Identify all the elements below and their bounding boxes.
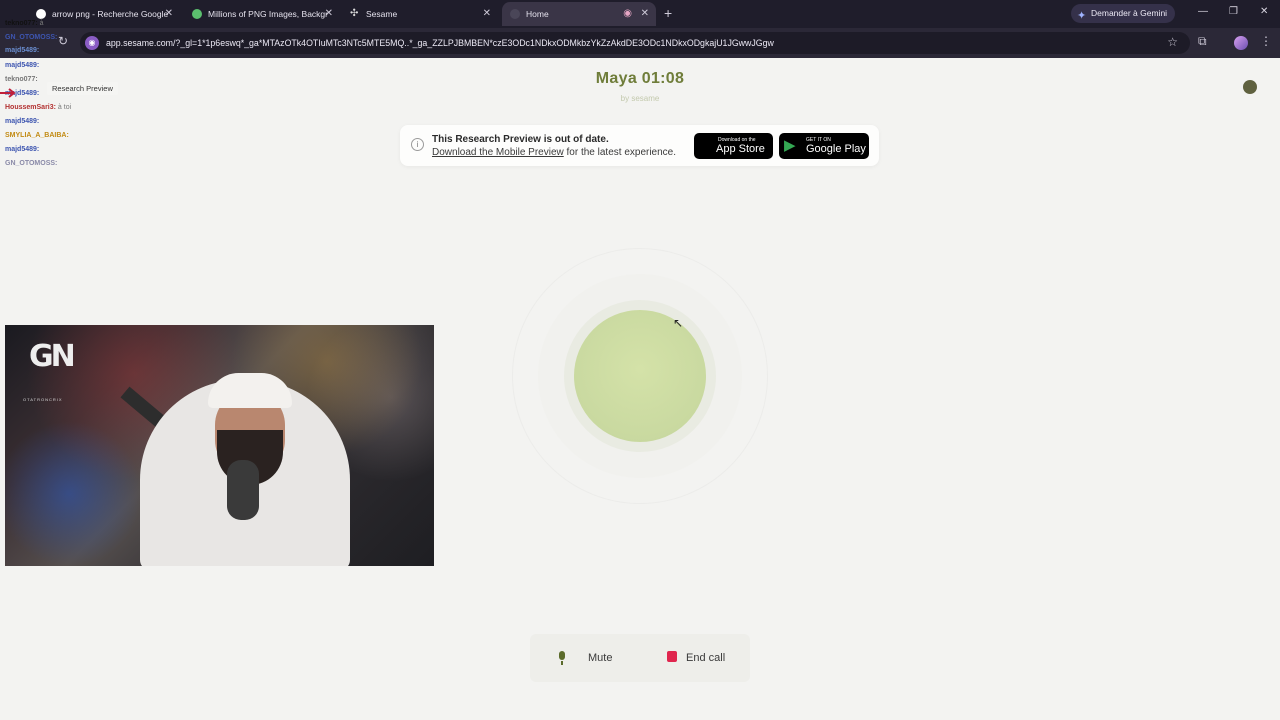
update-banner: i This Research Preview is out of date. … xyxy=(400,125,879,166)
browser-tab-bar: arrow png - Recherche Google ✕ Millions … xyxy=(0,0,1280,28)
stream-logo-sub: OTATRONCRIX xyxy=(23,397,63,402)
new-tab-button[interactable]: + xyxy=(664,5,672,21)
microphone-icon xyxy=(558,651,566,665)
extensions-icon[interactable]: ⧉ xyxy=(1198,34,1207,49)
tab-title: Millions of PNG Images, Backgr xyxy=(208,9,328,19)
call-controls: Mute End call xyxy=(530,634,750,682)
chat-message: HoussemSari3: à toi xyxy=(5,104,72,111)
close-icon[interactable]: ✕ xyxy=(165,8,173,19)
chat-message: majd5489: xyxy=(5,47,40,54)
end-call-button[interactable]: End call xyxy=(660,644,740,672)
close-icon[interactable]: ✕ xyxy=(641,8,649,19)
microphone xyxy=(227,460,259,520)
tab-png-images[interactable]: Millions of PNG Images, Backgr ✕ xyxy=(184,2,340,26)
ask-gemini-button[interactable]: ✦ Demander à Gemini xyxy=(1071,4,1176,23)
webcam-feed: GN OTATRONCRIX xyxy=(5,325,434,566)
sesame-icon: ✣ xyxy=(350,8,359,19)
url-input[interactable]: ◉ app.sesame.com/?_gl=1*1p6eswq*_ga*MTAz… xyxy=(80,32,1190,54)
chat-message: tekno077: xyxy=(5,76,38,83)
restore-icon[interactable]: ❐ xyxy=(1229,6,1238,17)
app-store-label: App Store xyxy=(716,143,765,155)
chat-message: majd5489: xyxy=(5,146,40,153)
tab-home[interactable]: Home ◉ ✕ xyxy=(502,2,656,26)
google-play-label: Google Play xyxy=(806,143,866,155)
banner-title: This Research Preview is out of date. xyxy=(432,134,609,145)
app-store-button[interactable]: Download on the App Store xyxy=(694,133,773,159)
tab-title: Sesame xyxy=(366,9,398,19)
profile-avatar[interactable] xyxy=(1234,36,1248,50)
mouse-cursor-icon: ↖ xyxy=(673,316,684,330)
minimize-icon[interactable]: — xyxy=(1198,6,1208,17)
gemini-icon: ✦ xyxy=(1077,10,1087,22)
chat-message: majd5489: xyxy=(5,62,40,69)
red-arrow-icon xyxy=(0,88,16,98)
page-title: Maya 01:08 xyxy=(595,70,685,87)
site-icon xyxy=(192,9,202,19)
address-bar: ↻ ◉ app.sesame.com/?_gl=1*1p6eswq*_ga*MT… xyxy=(0,28,1280,58)
chat-message: GN_OTOMOSS: xyxy=(5,34,58,41)
google-play-button[interactable]: ▶ GET IT ON Google Play xyxy=(779,133,869,159)
google-play-icon: ▶ xyxy=(784,137,796,154)
banner-message: Download the Mobile Preview for the late… xyxy=(432,147,676,158)
end-call-label: End call xyxy=(686,652,726,664)
voice-orb xyxy=(574,310,706,442)
stop-icon xyxy=(667,651,677,662)
url-text: app.sesame.com/?_gl=1*1p6eswq*_ga*MTAzOT… xyxy=(106,38,774,48)
chat-message: SMYLIA_A_BAIBA: xyxy=(5,132,69,139)
tab-title: Home xyxy=(526,9,549,19)
menu-icon[interactable]: ⋮ xyxy=(1260,34,1272,48)
gemini-label: Demander à Gemini xyxy=(1091,8,1168,18)
close-icon[interactable]: ✕ xyxy=(325,8,333,19)
mute-label: Mute xyxy=(588,652,613,664)
chat-message: tekno077: à́ xyxy=(5,20,44,27)
close-icon[interactable]: ✕ xyxy=(483,8,491,19)
download-mobile-preview-link[interactable]: Download the Mobile Preview xyxy=(432,147,564,158)
recording-icon: ◉ xyxy=(623,8,632,19)
chat-message: majd5489: xyxy=(5,118,40,125)
bookmark-star-icon[interactable]: ☆ xyxy=(1167,35,1178,49)
account-icon[interactable] xyxy=(1243,80,1257,94)
chat-message: GN_OTOMOSS: xyxy=(5,160,58,167)
tooltip: Research Preview xyxy=(47,82,118,95)
close-window-icon[interactable]: ✕ xyxy=(1260,6,1268,17)
streamer-cap xyxy=(208,373,292,408)
site-icon xyxy=(510,9,520,19)
byline: by sesame xyxy=(620,94,660,103)
tab-sesame[interactable]: ✣ Sesame ✕ xyxy=(342,2,498,26)
info-icon: i xyxy=(411,138,424,151)
mute-button[interactable]: Mute xyxy=(550,644,630,672)
banner-suffix: for the latest experience. xyxy=(563,147,677,158)
stream-logo: GN xyxy=(29,339,76,374)
